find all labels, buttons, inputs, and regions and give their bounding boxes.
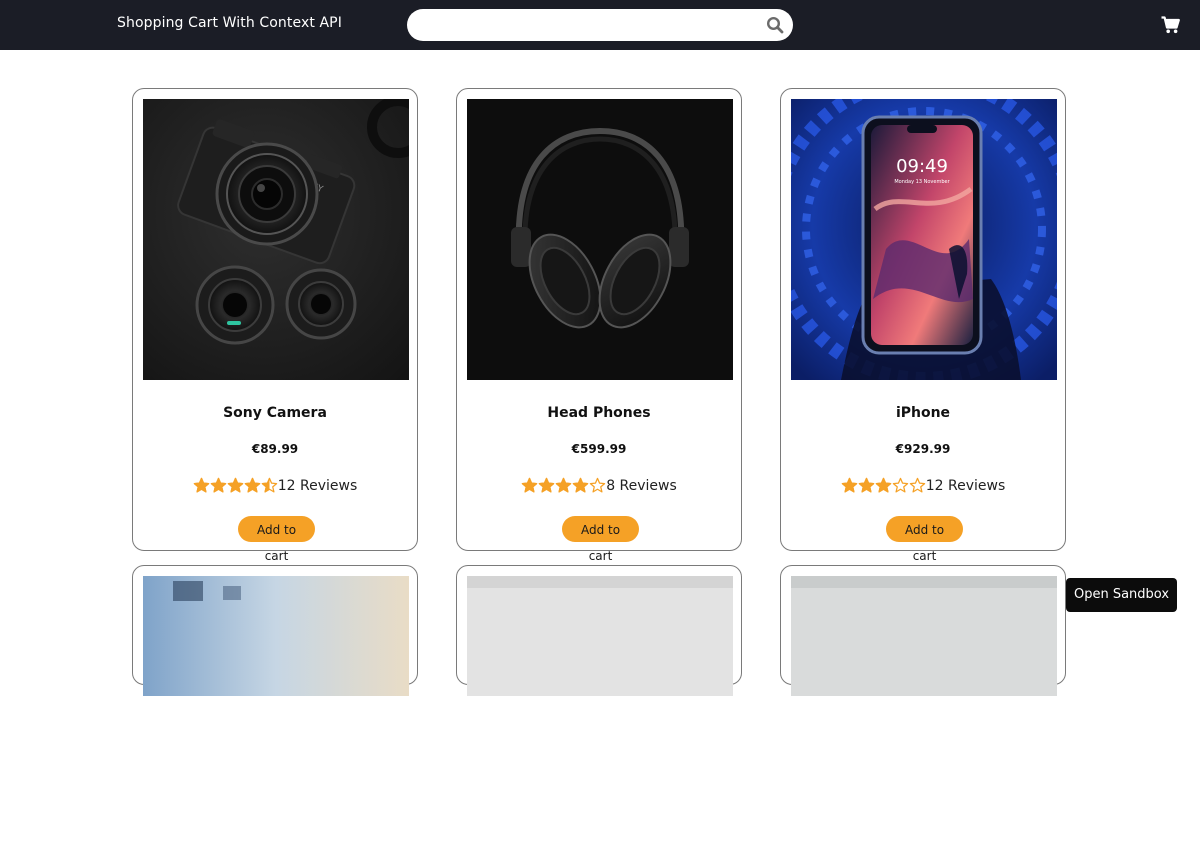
open-sandbox-button[interactable]: Open Sandbox	[1066, 578, 1177, 612]
product-name[interactable]: Sony Camera	[133, 405, 417, 421]
rating-stars	[521, 477, 606, 494]
star-full-icon	[841, 477, 857, 493]
product-card	[780, 565, 1066, 696]
brand-title[interactable]: Shopping Cart With Context API	[117, 15, 342, 31]
product-image	[467, 576, 733, 857]
review-count: 8 Reviews	[606, 477, 677, 494]
review-count: 12 Reviews	[277, 477, 358, 494]
product-rating: 12 Reviews	[781, 477, 1065, 494]
star-full-icon	[210, 477, 226, 493]
star-full-icon	[555, 477, 572, 493]
review-count: 12 Reviews	[925, 477, 1006, 494]
product-card: Head Phones €599.99 8 Reviews Add to car…	[456, 88, 742, 563]
rating-stars	[193, 477, 278, 494]
product-price: €89.99	[251, 442, 299, 456]
search-bar[interactable]	[407, 9, 793, 41]
product-card	[132, 565, 418, 696]
product-price: €599.99	[571, 442, 627, 456]
product-price: €929.99	[895, 442, 951, 456]
star-full-icon	[875, 477, 891, 493]
product-rating: 12 Reviews	[133, 477, 417, 494]
star-full-icon	[858, 477, 874, 493]
product-image-phone: 09:49 Monday 13 November	[791, 99, 1057, 380]
search-input[interactable]	[419, 14, 763, 38]
product-rating: 8 Reviews	[457, 477, 741, 494]
product-card: 09:49 Monday 13 November iPhone €929.99 …	[780, 88, 1066, 563]
product-image-camera: SONY	[143, 99, 409, 380]
add-to-cart-button[interactable]: Add to cart	[562, 516, 639, 563]
star-full-icon	[227, 477, 243, 493]
star-full-icon	[538, 477, 555, 493]
product-image	[791, 576, 1057, 857]
star-empty-icon	[589, 477, 606, 493]
cart-icon[interactable]	[1161, 16, 1180, 34]
rating-stars	[841, 477, 926, 494]
add-to-cart-button[interactable]: Add to cart	[238, 516, 315, 563]
navbar: Shopping Cart With Context API	[0, 0, 1200, 50]
star-full-icon	[521, 477, 538, 493]
star-empty-icon	[909, 477, 925, 493]
phone-date: Monday 13 November	[894, 179, 950, 185]
product-name[interactable]: Head Phones	[457, 405, 741, 421]
product-card	[456, 565, 742, 696]
product-name[interactable]: iPhone	[781, 405, 1065, 421]
search-icon[interactable]	[766, 16, 784, 34]
star-full-icon	[244, 477, 260, 493]
star-full-icon	[193, 477, 209, 493]
star-empty-icon	[892, 477, 908, 493]
star-half-icon	[261, 477, 277, 493]
phone-time: 09:49	[896, 156, 948, 177]
product-card: SONY Sony Camera €89.99 12 Reviews Add t…	[132, 88, 418, 563]
add-to-cart-button[interactable]: Add to cart	[886, 516, 963, 563]
star-full-icon	[572, 477, 589, 493]
product-image	[143, 576, 409, 857]
product-image-headphones	[467, 99, 733, 380]
